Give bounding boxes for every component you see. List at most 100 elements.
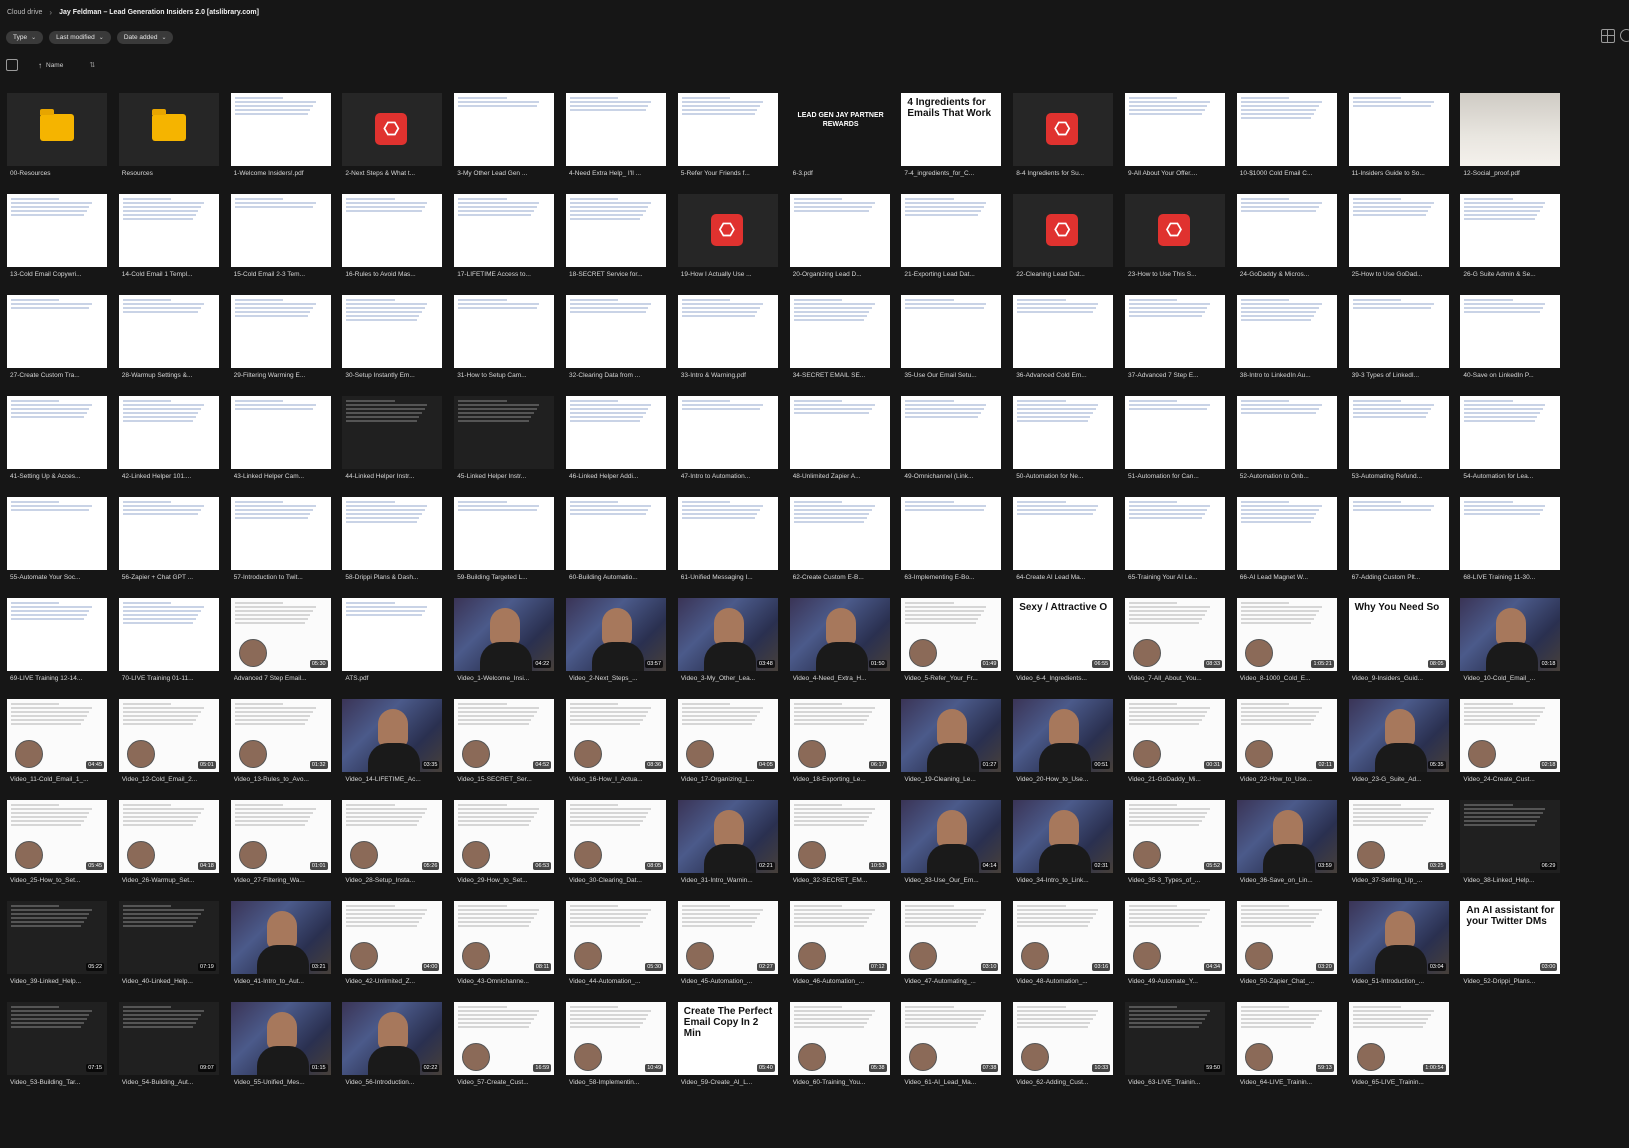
file-tile[interactable]: 05:45 Video_25-How_to_Set...: [7, 800, 107, 895]
file-tile[interactable]: 5-Refer Your Friends f...: [677, 93, 778, 188]
file-tile[interactable]: 06:53 Video_29-How_to_Set...: [454, 800, 555, 895]
file-tile[interactable]: 04:45 Video_11-Cold_Email_1_...: [7, 699, 107, 794]
sort-by-name[interactable]: ↑ Name ⇅: [38, 61, 95, 70]
file-tile[interactable]: 05:01 Video_12-Cold_Email_2...: [118, 699, 219, 794]
file-tile[interactable]: ⎔ 23-How to Use This S...: [1125, 194, 1225, 289]
file-tile[interactable]: 00:31 Video_21-GoDaddy_Mi...: [1125, 699, 1225, 794]
file-tile[interactable]: 05:30 Video_44-Automation_...: [566, 901, 666, 996]
file-tile[interactable]: 07:15 Video_53-Building_Tar...: [7, 1002, 107, 1097]
file-tile[interactable]: 03:21 Video_41-Intro_to_Aut...: [230, 901, 331, 996]
file-tile[interactable]: 05:22 Video_39-Linked_Help...: [7, 901, 107, 996]
file-tile[interactable]: 57-Introduction to Twit...: [230, 497, 331, 592]
file-tile[interactable]: 26-G Suite Admin & Se...: [1460, 194, 1561, 289]
file-tile[interactable]: 3-My Other Lead Gen ...: [454, 93, 555, 188]
file-tile[interactable]: 16:59 Video_57-Create_Cust...: [454, 1002, 555, 1097]
file-tile[interactable]: 44-Linked Helper Instr...: [342, 396, 443, 491]
file-tile[interactable]: 51-Automation for Can...: [1125, 396, 1225, 491]
file-tile[interactable]: 39-3 Types of LinkedI...: [1348, 295, 1449, 390]
select-all-checkbox[interactable]: [6, 59, 18, 71]
file-tile[interactable]: 59:50 Video_63-LIVE_Trainin...: [1125, 1002, 1225, 1097]
file-tile[interactable]: 15-Cold Email 2-3 Tem...: [230, 194, 331, 289]
file-tile[interactable]: 03:35 Video_14-LIFETIME_Ac...: [342, 699, 443, 794]
file-tile[interactable]: 04:22 Video_1-Welcome_Insi...: [454, 598, 555, 693]
file-tile[interactable]: LEAD GEN JAY PARTNER REWARDS 6-3.pdf: [789, 93, 890, 188]
file-tile[interactable]: 04:00 Video_42-Unlimited_Z...: [342, 901, 443, 996]
file-tile[interactable]: 03:18 Video_10-Cold_Email_...: [1460, 598, 1561, 693]
file-tile[interactable]: 01:32 Video_13-Rules_to_Avo...: [230, 699, 331, 794]
file-tile[interactable]: 64-Create AI Lead Ma...: [1013, 497, 1114, 592]
filter-date-added[interactable]: Date added ⌄: [116, 31, 174, 44]
file-tile[interactable]: 27-Create Custom Tra...: [7, 295, 107, 390]
file-tile[interactable]: 47-Intro to Automation...: [677, 396, 778, 491]
file-tile[interactable]: 03:48 Video_3-My_Other_Lea...: [677, 598, 778, 693]
file-tile[interactable]: 02:21 Video_31-Intro_Warnin...: [677, 800, 778, 895]
file-tile[interactable]: 02:11 Video_22-How_to_Use...: [1236, 699, 1337, 794]
file-tile[interactable]: 16-Rules to Avoid Mas...: [342, 194, 443, 289]
file-tile[interactable]: 03:20 Video_50-Zapier_Chat_...: [1236, 901, 1337, 996]
file-tile[interactable]: 05:38 Video_60-Training_You...: [789, 1002, 890, 1097]
file-tile[interactable]: 38-Intro to LinkedIn Au...: [1236, 295, 1337, 390]
file-tile[interactable]: Create The Perfect Email Copy In 2 Min 05…: [677, 1002, 778, 1097]
file-tile[interactable]: 46-Linked Helper Addi...: [566, 396, 666, 491]
file-tile[interactable]: 58-Drippi Plans & Dash...: [342, 497, 443, 592]
file-tile[interactable]: 06:29 Video_38-Linked_Help...: [1460, 800, 1561, 895]
file-tile[interactable]: 10:53 Video_32-SECRET_EM...: [789, 800, 890, 895]
file-tile[interactable]: 03:16 Video_48-Automation_...: [1013, 901, 1114, 996]
file-tile[interactable]: 09:07 Video_54-Building_Aut...: [118, 1002, 219, 1097]
file-tile[interactable]: 02:22 Video_56-Introduction...: [342, 1002, 443, 1097]
file-tile[interactable]: 61-Unified Messaging I...: [677, 497, 778, 592]
file-tile[interactable]: 43-Linked Helper Cam...: [230, 396, 331, 491]
file-tile[interactable]: 54-Automation for Lea...: [1460, 396, 1561, 491]
file-tile[interactable]: 25-How to Use GoDad...: [1348, 194, 1449, 289]
file-tile[interactable]: 53-Automating Refund...: [1348, 396, 1449, 491]
file-tile[interactable]: 03:57 Video_2-Next_Steps_...: [566, 598, 666, 693]
file-tile[interactable]: 04:52 Video_15-SECRET_Ser...: [454, 699, 555, 794]
file-tile[interactable]: 07:12 Video_46-Automation_...: [789, 901, 890, 996]
file-tile[interactable]: 56-Zapier + Chat GPT ...: [118, 497, 219, 592]
file-tile[interactable]: 28-Warmup Settings &...: [118, 295, 219, 390]
file-tile[interactable]: 08:05 Video_30-Clearing_Dat...: [566, 800, 666, 895]
file-tile[interactable]: 49-Omnichannel (Link...: [901, 396, 1002, 491]
file-tile[interactable]: 01:27 Video_19-Cleaning_Le...: [901, 699, 1002, 794]
file-tile[interactable]: Why You Need So 08:05 Video_9-Insiders_Gui…: [1348, 598, 1449, 693]
file-tile[interactable]: 17-LIFETIME Access to...: [454, 194, 555, 289]
file-tile[interactable]: 33-Intro & Warning.pdf: [677, 295, 778, 390]
file-tile[interactable]: 05:26 Video_28-Setup_Insta...: [342, 800, 443, 895]
file-tile[interactable]: 48-Unlimited Zapier A...: [789, 396, 890, 491]
file-tile[interactable]: 35-Use Our Email Setu...: [901, 295, 1002, 390]
file-tile[interactable]: 4-Need Extra Help_ I'll ...: [566, 93, 666, 188]
file-tile[interactable]: Resources: [118, 93, 219, 188]
file-tile[interactable]: 04:34 Video_49-Automate_Y...: [1125, 901, 1225, 996]
file-tile[interactable]: ⎔ 2-Next Steps & What t...: [342, 93, 443, 188]
file-tile[interactable]: 40-Save on LinkedIn P...: [1460, 295, 1561, 390]
breadcrumb-root[interactable]: Cloud drive: [7, 9, 42, 16]
file-tile[interactable]: 62-Create Custom E-B...: [789, 497, 890, 592]
file-tile[interactable]: 30-Setup Instantly Em...: [342, 295, 443, 390]
file-tile[interactable]: 10-$1000 Cold Email C...: [1236, 93, 1337, 188]
file-tile[interactable]: 02:18 Video_24-Create_Cust...: [1460, 699, 1561, 794]
file-tile[interactable]: 21-Exporting Lead Dat...: [901, 194, 1002, 289]
breadcrumb-current[interactable]: Jay Feldman – Lead Generation Insiders 2…: [59, 9, 259, 16]
file-tile[interactable]: 4 Ingredients for Emails That Work 7-4_in…: [901, 93, 1002, 188]
file-tile[interactable]: 04:18 Video_26-Warmup_Set...: [118, 800, 219, 895]
grid-view-icon[interactable]: [1601, 29, 1615, 43]
file-tile[interactable]: 01:01 Video_27-Filtering_Wa...: [230, 800, 331, 895]
file-tile[interactable]: 06:17 Video_18-Exporting_Le...: [789, 699, 890, 794]
file-tile[interactable]: 52-Automation to Onb...: [1236, 396, 1337, 491]
file-tile[interactable]: 41-Setting Up & Acces...: [7, 396, 107, 491]
file-tile[interactable]: 07:19 Video_40-Linked_Help...: [118, 901, 219, 996]
file-tile[interactable]: 60-Building Automatio...: [566, 497, 666, 592]
file-tile[interactable]: 05:30 Advanced 7 Step Email...: [230, 598, 331, 693]
file-tile[interactable]: 07:38 Video_61-AI_Lead_Ma...: [901, 1002, 1002, 1097]
file-tile[interactable]: 55-Automate Your Soc...: [7, 497, 107, 592]
file-tile[interactable]: 00:51 Video_20-How_to_Use...: [1013, 699, 1114, 794]
file-tile[interactable]: 31-How to Setup Cam...: [454, 295, 555, 390]
file-tile[interactable]: 59-Building Targeted L...: [454, 497, 555, 592]
file-tile[interactable]: ⎔ 22-Cleaning Lead Dat...: [1013, 194, 1114, 289]
file-tile[interactable]: 05:35 Video_23-G_Suite_Ad...: [1348, 699, 1449, 794]
file-tile[interactable]: 29-Filtering Warming E...: [230, 295, 331, 390]
filter-type[interactable]: Type ⌄: [6, 31, 44, 44]
file-tile[interactable]: 70-LIVE Training 01-11...: [118, 598, 219, 693]
file-tile[interactable]: 04:05 Video_17-Organizing_L...: [677, 699, 778, 794]
file-tile[interactable]: 12-Social_proof.pdf: [1460, 93, 1561, 188]
